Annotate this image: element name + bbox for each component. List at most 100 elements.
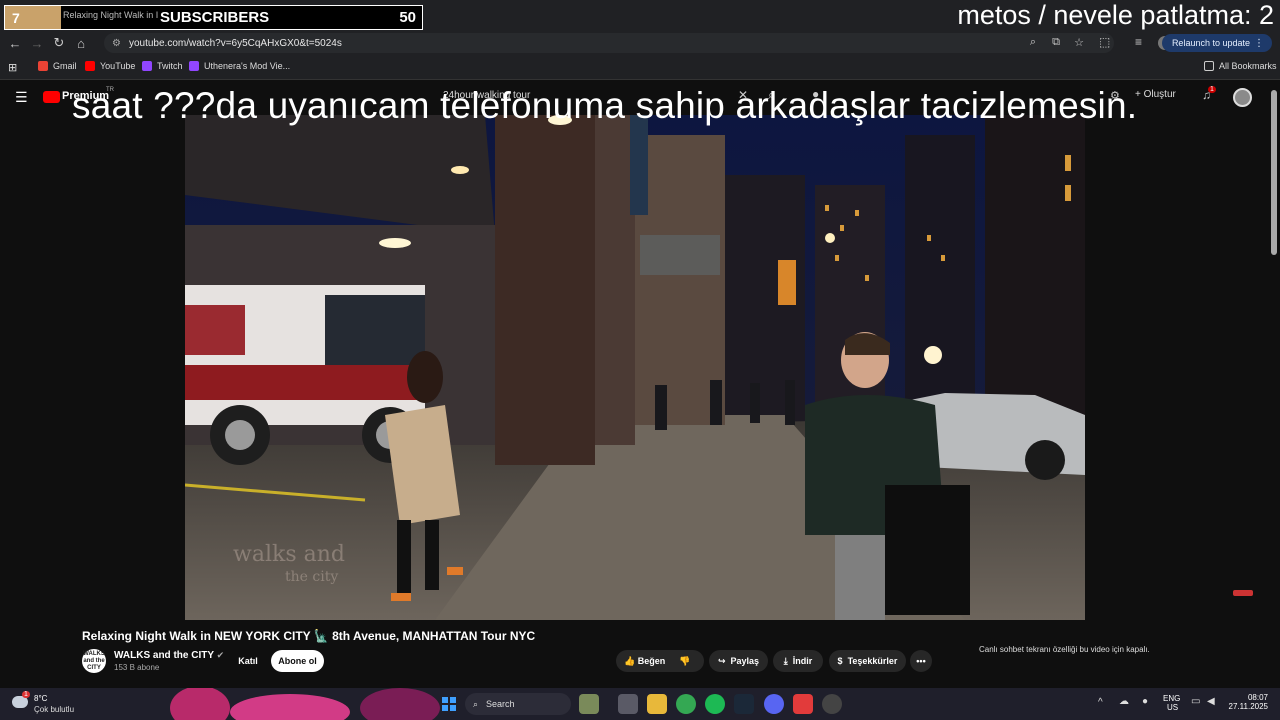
join-button[interactable]: Katıl — [233, 650, 263, 672]
file-explorer-icon[interactable] — [647, 694, 667, 714]
bookmark-youtube[interactable]: YouTube — [85, 61, 135, 71]
page-scrollbar[interactable] — [1271, 90, 1277, 255]
taskbar-search-label: Search — [486, 699, 515, 709]
subscribe-label: Abone ol — [278, 656, 317, 666]
video-player[interactable]: walks and the city — [185, 115, 1085, 620]
download-icon: ⤓ — [783, 655, 788, 666]
subscribers-label: SUBSCRIBERS — [160, 9, 270, 26]
twitch-icon — [142, 61, 152, 71]
overlay-top-right-text: metos / nevele patlatma: 2 — [957, 0, 1274, 30]
zoom-icon[interactable]: ⌕ — [1030, 36, 1036, 49]
widgets-icon[interactable] — [579, 694, 599, 714]
notification-badge: 1 — [1208, 86, 1216, 93]
thanks-icon: $ — [837, 656, 843, 666]
gmail-icon — [38, 61, 48, 71]
menu-icon[interactable]: ☰ — [15, 89, 28, 106]
folder-icon — [1204, 61, 1214, 71]
steam-icon[interactable] — [734, 694, 754, 714]
bookmark-star-icon[interactable]: ☆ — [1074, 36, 1084, 49]
account-avatar[interactable] — [1233, 88, 1252, 107]
like-button[interactable]: 👍 Beğen — [624, 656, 665, 667]
clock-time: 08:07 — [1247, 693, 1268, 702]
youtube-icon — [85, 61, 95, 71]
video-title: Relaxing Night Walk in NEW YORK CITY 🗽 8… — [82, 629, 536, 643]
chat-disabled-message: Canlı sohbet tekranı özelliği bu video i… — [979, 645, 1150, 654]
create-button[interactable]: + Oluştur — [1135, 89, 1176, 100]
bookmark-twitch[interactable]: Twitch — [142, 61, 183, 71]
back-icon[interactable]: ← — [4, 33, 26, 53]
youtube-logo-icon[interactable] — [43, 91, 60, 103]
verified-check-icon: ✔ — [216, 650, 225, 660]
video-watermark: walks and the city — [233, 542, 345, 587]
bookmark-label: Twitch — [157, 61, 183, 71]
subscribe-button[interactable]: Abone ol — [271, 650, 324, 672]
subscriber-counter-overlay: 7 Relaxing Night Walk in I SUBSCRIBERS 5… — [4, 5, 423, 30]
weather-desc[interactable]: Çok bulutlu — [34, 705, 74, 714]
taskbar-search-box[interactable]: ⌕ Search — [465, 693, 571, 715]
language-indicator[interactable]: ENG US — [1163, 694, 1180, 712]
clock-date: 27.11.2025 — [1228, 702, 1268, 711]
more-actions-button[interactable]: ••• — [910, 650, 932, 672]
url-bar[interactable]: ⚙ youtube.com/watch?v=6y5CqAHxGX0&t=5024… — [104, 33, 1114, 53]
share-button[interactable]: ↪ Paylaş — [709, 650, 768, 672]
tab-title[interactable]: Relaxing Night Walk in I — [63, 10, 158, 20]
search-icon: ⌕ — [473, 698, 479, 709]
site-info-icon[interactable]: ⚙ — [112, 38, 121, 49]
weather-badge: 1 — [22, 691, 30, 698]
forward-icon[interactable]: → — [26, 33, 48, 53]
bookmarks-bar: ⊞ Gmail YouTube Twitch Uthenera's Mod Vi… — [0, 54, 1280, 80]
thanks-label: Teşekkürler — [847, 656, 898, 666]
bookmark-gmail[interactable]: Gmail — [38, 61, 77, 71]
extensions-icon[interactable]: ⬚ — [1099, 35, 1110, 49]
media-icon[interactable]: ≡ — [1135, 35, 1142, 49]
download-label: İndir — [792, 656, 813, 666]
more-vert-icon[interactable]: ⋮ — [1254, 38, 1264, 49]
channel-subscriber-count: 153 B abone — [114, 663, 160, 672]
twitch-icon — [189, 61, 199, 71]
relaunch-button[interactable]: Relaunch to update ⋮ — [1161, 34, 1272, 52]
overlay-caption: saat ???da uyanıcam telefonuma sahip ark… — [72, 85, 1138, 126]
share-label: Paylaş — [730, 656, 760, 666]
watermark-line-1: walks and — [233, 542, 345, 567]
chrome-icon[interactable] — [676, 694, 696, 714]
channel-name-text: WALKS and the CITY — [114, 650, 214, 661]
subscribers-count: 50 — [399, 9, 416, 26]
all-bookmarks[interactable]: All Bookmarks — [1204, 61, 1277, 71]
discord-icon[interactable] — [764, 694, 784, 714]
stream-alert-icon — [1233, 590, 1253, 596]
counter-number: 7 — [5, 6, 61, 29]
streaming-app-icon[interactable] — [793, 694, 813, 714]
thanks-button[interactable]: $ Teşekkürler — [829, 650, 906, 672]
more-horiz-icon: ••• — [916, 656, 926, 666]
download-button[interactable]: ⤓ İndir — [773, 650, 823, 672]
microphone-icon[interactable]: ● — [1142, 696, 1148, 707]
share-icon: ↪ — [717, 655, 726, 666]
start-windows-icon[interactable] — [439, 694, 459, 714]
language-region: US — [1167, 703, 1179, 712]
address-toolbar: ← → ↻ ⌂ ⚙ youtube.com/watch?v=6y5CqAHxGX… — [0, 32, 1280, 54]
language-code: ENG — [1163, 694, 1181, 703]
bookmark-label: Gmail — [53, 61, 77, 71]
windows-taskbar: 1 8°C Çok bulutlu ⌕ Search ^ ☁ ● ENG US ▭ … — [0, 688, 1280, 720]
clock[interactable]: 08:07 27.11.2025 — [1229, 693, 1268, 711]
bookmark-mod-viewer[interactable]: Uthenera's Mod Vie... — [189, 61, 290, 71]
tray-chevron-up-icon[interactable]: ^ — [1098, 697, 1103, 708]
all-bookmarks-label: All Bookmarks — [1219, 61, 1277, 71]
apps-grid-icon[interactable]: ⊞ — [8, 61, 17, 74]
like-label: Beğen — [637, 655, 666, 666]
onedrive-cloud-icon[interactable]: ☁ — [1119, 696, 1129, 707]
dislike-icon[interactable]: 👎 — [679, 656, 690, 667]
reload-icon[interactable]: ↻ — [48, 33, 70, 53]
volume-icon[interactable]: ◀ — [1207, 696, 1215, 707]
task-view-icon[interactable] — [618, 694, 638, 714]
cast-icon[interactable]: ⧉ — [1052, 36, 1060, 49]
home-icon[interactable]: ⌂ — [70, 33, 92, 53]
url-text[interactable]: youtube.com/watch?v=6y5CqAHxGX0&t=5024s — [129, 38, 342, 49]
network-icon[interactable]: ▭ — [1191, 696, 1200, 707]
obs-icon[interactable] — [822, 694, 842, 714]
channel-avatar[interactable]: WALKS and the CITY — [82, 649, 106, 673]
create-label: Oluştur — [1143, 89, 1176, 100]
spotify-icon[interactable] — [705, 694, 725, 714]
channel-name[interactable]: WALKS and the CITY ✔ — [114, 650, 224, 661]
weather-temp[interactable]: 8°C — [34, 694, 47, 703]
